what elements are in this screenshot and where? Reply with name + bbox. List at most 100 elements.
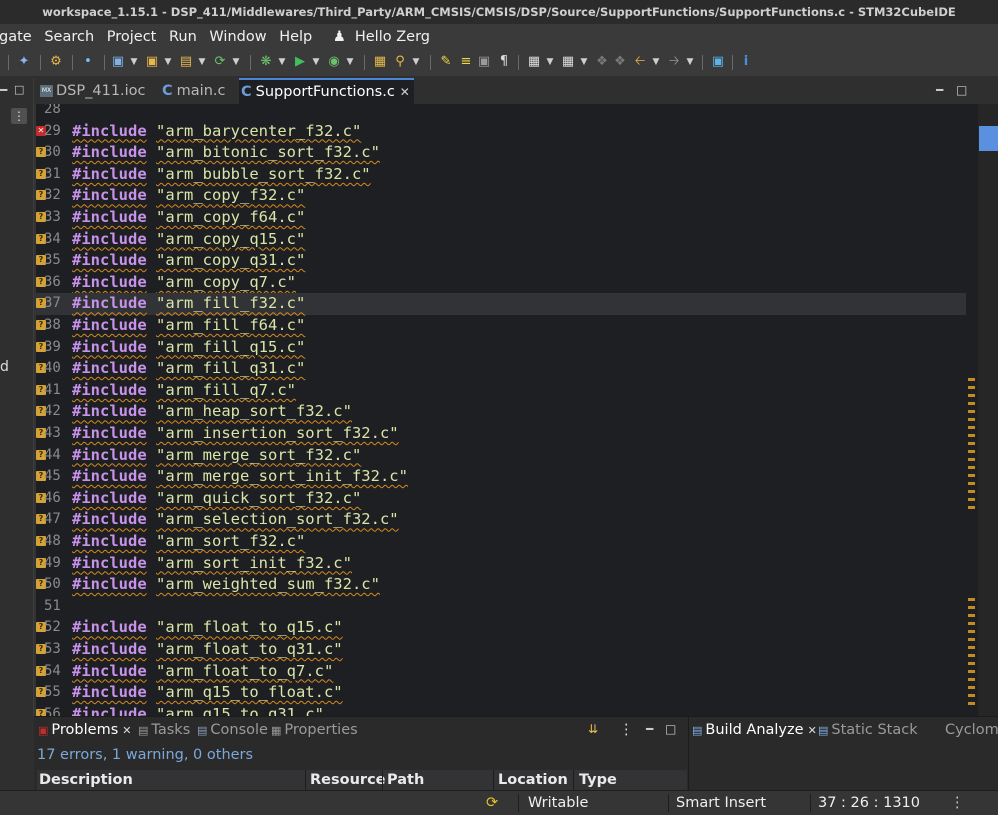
new-source-icon[interactable]: ▣ [144, 54, 160, 70]
code-line[interactable]: ? 47 #include "arm_selection_sort_f32.c" [34, 509, 966, 531]
overview-warning-mark[interactable] [968, 474, 975, 477]
tab-cyclomatic[interactable]: Cycloma [945, 722, 998, 738]
overview-warning-mark[interactable] [968, 606, 975, 609]
refresh-icon[interactable]: ⟳ [212, 54, 228, 70]
code-line[interactable]: ? 42 #include "arm_heap_sort_f32.c" [34, 401, 966, 423]
close-icon[interactable]: ✕ [808, 724, 817, 737]
column-separator[interactable] [573, 770, 574, 792]
code-line[interactable]: ? 53 #include "arm_float_to_q31.c" [34, 639, 966, 661]
column-resource[interactable]: Resource [310, 772, 386, 788]
chevron-down-icon[interactable]: ▼ [194, 54, 210, 70]
code-line[interactable]: ? 48 #include "arm_sort_f32.c" [34, 531, 966, 553]
overview-warning-mark[interactable] [968, 434, 975, 437]
code-line[interactable]: ? 49 #include "arm_sort_init_f32.c" [34, 553, 966, 575]
column-description[interactable]: Description [39, 772, 133, 788]
overview-warning-mark[interactable] [968, 630, 975, 633]
debug-config-icon[interactable]: ✦ [16, 54, 32, 70]
column-path[interactable]: Path [387, 772, 424, 788]
code-line[interactable]: ? 39 #include "arm_fill_q15.c" [34, 337, 966, 359]
tab-properties[interactable]: ▦ Properties [271, 722, 358, 738]
column-type[interactable]: Type [579, 772, 617, 788]
overview-warning-mark[interactable] [968, 654, 975, 657]
last-edit-icon[interactable]: ❖ [594, 54, 610, 70]
minimize-icon[interactable]: ━ [646, 722, 653, 736]
code-line[interactable]: ? 31 #include "arm_bubble_sort_f32.c" [34, 164, 966, 186]
sync-icon[interactable]: ⟳ [486, 791, 498, 815]
code-line[interactable]: ? 45 #include "arm_merge_sort_init_f32.c" [34, 466, 966, 488]
code-line[interactable]: ? 35 #include "arm_copy_q31.c" [34, 250, 966, 272]
code-line[interactable]: ? 30 #include "arm_bitonic_sort_f32.c" [34, 142, 966, 164]
pin-icon[interactable]: ❖ [612, 54, 628, 70]
maximize-icon[interactable]: □ [665, 722, 676, 736]
menu-project[interactable]: Project [107, 24, 157, 50]
overview-warning-mark[interactable] [968, 394, 975, 397]
overview-warning-mark[interactable] [968, 378, 975, 381]
code-line[interactable]: ? 41 #include "arm_fill_q7.c" [34, 380, 966, 402]
tab-tasks[interactable]: ▤ Tasks [138, 722, 190, 738]
column-separator[interactable] [382, 770, 383, 792]
block-selection-icon[interactable]: ▣ [476, 54, 492, 70]
code-line[interactable]: ? 43 #include "arm_insertion_sort_f32.c" [34, 423, 966, 445]
code-line[interactable]: ? 32 #include "arm_copy_f32.c" [34, 185, 966, 207]
run-icon[interactable]: ▶ [292, 54, 308, 70]
chevron-down-icon[interactable]: ▼ [126, 54, 142, 70]
view-menu-icon[interactable]: ⋮ [11, 108, 27, 124]
chevron-down-icon[interactable]: ▼ [160, 54, 176, 70]
status-cursor-position[interactable]: 37 : 26 : 1310 [818, 791, 920, 815]
code-line[interactable]: ? 44 #include "arm_merge_sort_f32.c" [34, 445, 966, 467]
chevron-down-icon[interactable]: ▼ [308, 54, 324, 70]
word-wrap-icon[interactable]: ≡ [458, 54, 474, 70]
overview-warning-mark[interactable] [968, 622, 975, 625]
code-line[interactable]: ? 46 #include "arm_quick_sort_f32.c" [34, 488, 966, 510]
overview-warning-mark[interactable] [968, 442, 975, 445]
code-line[interactable]: 51 [34, 596, 966, 618]
maximize-icon[interactable]: □ [14, 83, 24, 96]
code-line[interactable]: ✕ 29 #include "arm_barycenter_f32.c" [34, 121, 966, 143]
status-menu-icon[interactable]: ⋮ [950, 791, 965, 815]
overview-warning-mark[interactable] [968, 482, 975, 485]
overview-warning-mark[interactable] [968, 490, 975, 493]
tab-supportfunctions-c[interactable]: C SupportFunctions.c ✕ [239, 78, 414, 104]
code-line[interactable]: ? 34 #include "arm_copy_q15.c" [34, 229, 966, 251]
code-line[interactable]: ? 37 #include "arm_fill_f32.c" [34, 293, 966, 315]
scrollbar-thumb[interactable] [979, 126, 998, 151]
overview-warning-mark[interactable] [968, 686, 975, 689]
close-icon[interactable]: ✕ [400, 85, 410, 99]
code-line[interactable]: 28 [34, 104, 966, 121]
settings-gear-icon[interactable]: ⚙ [48, 54, 64, 70]
tab-build-analyze[interactable]: ▤ Build Analyze ✕ [692, 722, 817, 738]
show-whitespace-icon[interactable]: ¶ [496, 54, 512, 70]
tab-static-stack[interactable]: ▤ Static Stack [818, 722, 918, 738]
chevron-down-icon[interactable]: ▼ [274, 54, 290, 70]
vertical-scrollbar[interactable] [978, 104, 998, 716]
overview-warning-mark[interactable] [968, 506, 975, 509]
code-line[interactable]: ? 55 #include "arm_q15_to_float.c" [34, 682, 966, 704]
code-line[interactable]: ? 36 #include "arm_copy_q7.c" [34, 272, 966, 294]
column-separator[interactable] [305, 770, 306, 792]
code-line[interactable]: ? 38 #include "arm_fill_f64.c" [34, 315, 966, 337]
overview-warning-mark[interactable] [968, 662, 975, 665]
overview-warning-mark[interactable] [968, 702, 975, 705]
overview-warning-mark[interactable] [968, 410, 975, 413]
open-type-icon[interactable]: ▦ [372, 54, 388, 70]
overview-warning-mark[interactable] [968, 466, 975, 469]
highlight-icon[interactable]: ✎ [438, 54, 454, 70]
overview-warning-mark[interactable] [968, 386, 975, 389]
menu-run[interactable]: Run [169, 24, 197, 50]
code-line[interactable]: ? 54 #include "arm_float_to_q7.c" [34, 661, 966, 683]
minimize-icon[interactable]: ━ [0, 83, 7, 97]
next-annotation-icon[interactable]: ▦ [526, 54, 542, 70]
chevron-down-icon[interactable]: ▼ [682, 54, 698, 70]
tab-console[interactable]: ▤ Console [197, 722, 268, 738]
code-editor[interactable]: 28 ✕ 29 #include "arm_barycenter_f32.c"? 30 #… [34, 104, 978, 716]
chevron-down-icon[interactable]: ▼ [576, 54, 592, 70]
debug-bug-icon[interactable]: ❋ [258, 54, 274, 70]
menu-search[interactable]: Search [44, 24, 94, 50]
code-line[interactable]: ? 56 #include "arm_q15_to_q31.c" [34, 704, 966, 716]
tab-problems[interactable]: ▣ Problems ✕ [38, 722, 131, 738]
chevron-down-icon[interactable]: ▼ [542, 54, 558, 70]
overview-warning-mark[interactable] [968, 402, 975, 405]
back-arrow-icon[interactable]: 🡠 [632, 54, 648, 70]
overview-warning-mark[interactable] [968, 458, 975, 461]
menu-window[interactable]: Window [209, 24, 266, 50]
